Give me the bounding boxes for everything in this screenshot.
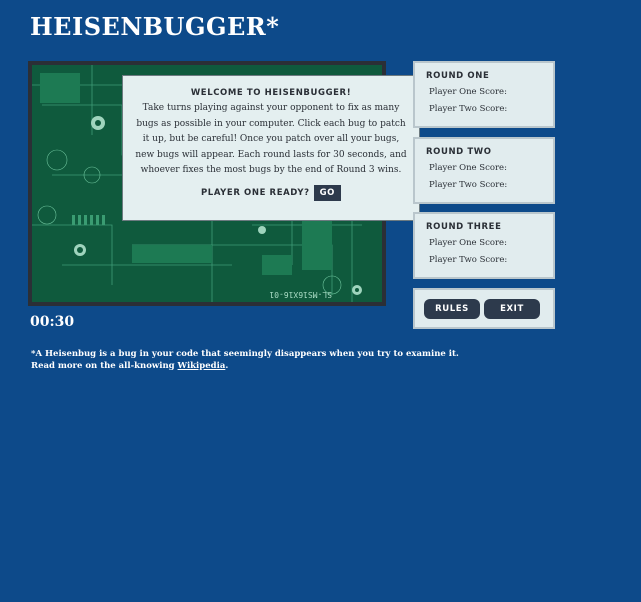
game-title: HEISENBUGGER* [30, 12, 280, 41]
welcome-heading: WELCOME TO HEISENBUGGER! [190, 88, 352, 98]
round-one-player-two-score: Player Two Score: [429, 104, 508, 114]
round-two-player-two-score: Player Two Score: [429, 180, 508, 190]
footnote-read-more: Read more on the all-knowing Wikipedia. [31, 360, 459, 372]
exit-button[interactable]: EXIT [484, 298, 540, 319]
round-three-player-two-score: Player Two Score: [429, 255, 508, 265]
footnote-prefix: Read more on the all-knowing [31, 361, 178, 371]
round-three-title: ROUND THREE [426, 222, 502, 232]
welcome-dialog: WELCOME TO HEISENBUGGER! Take turns play… [122, 75, 420, 221]
welcome-instructions: Take turns playing against your opponent… [135, 103, 407, 175]
countdown-timer: 00:30 [30, 314, 75, 330]
round-two-player-one-score: Player One Score: [429, 163, 507, 173]
go-button[interactable]: GO [313, 184, 342, 201]
footnote-suffix: . [225, 361, 229, 371]
ready-row: PLAYER ONE READY? GO [133, 184, 409, 201]
round-three-panel: ROUND THREE Player One Score: Player Two… [413, 212, 555, 279]
rules-button[interactable]: RULES [424, 298, 480, 319]
round-three-player-one-score: Player One Score: [429, 238, 507, 248]
board-label-text: SL-MS16X16-01 [269, 290, 332, 299]
round-two-title: ROUND TWO [426, 147, 492, 157]
round-one-panel: ROUND ONE Player One Score: Player Two S… [413, 61, 555, 128]
controls-panel: RULES EXIT [413, 288, 555, 329]
footnote: *A Heisenbug is a bug in your code that … [31, 348, 459, 372]
footnote-definition: *A Heisenbug is a bug in your code that … [31, 349, 459, 359]
player-ready-label: PLAYER ONE READY? [200, 187, 310, 198]
round-one-player-one-score: Player One Score: [429, 87, 507, 97]
round-one-title: ROUND ONE [426, 71, 490, 81]
wikipedia-link[interactable]: Wikipedia [178, 361, 226, 371]
round-two-panel: ROUND TWO Player One Score: Player Two S… [413, 137, 555, 204]
